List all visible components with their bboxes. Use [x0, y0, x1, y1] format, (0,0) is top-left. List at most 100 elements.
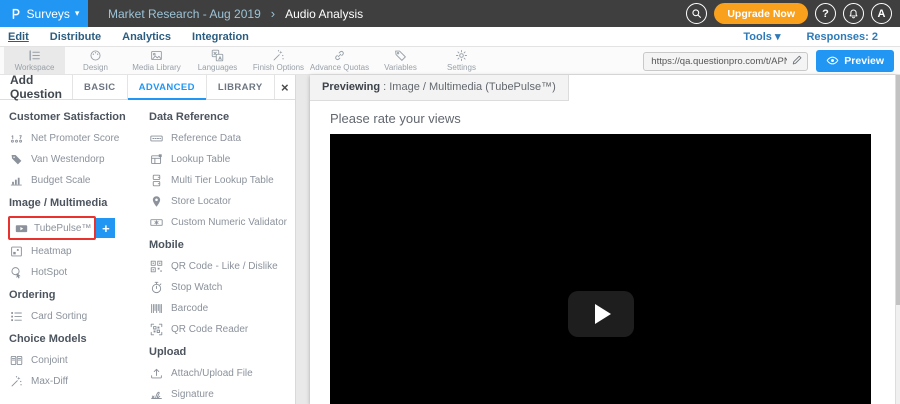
close-icon[interactable]: × [274, 75, 295, 99]
question-type-van-westendorp[interactable]: Van Westendorp [8, 151, 136, 167]
question-type-label: Reference Data [171, 133, 241, 144]
user-avatar[interactable]: A [871, 3, 892, 24]
question-type-stop-watch[interactable]: Stop Watch [148, 279, 291, 295]
menu-analytics[interactable]: Analytics [122, 31, 171, 43]
question-type-conjoint[interactable]: Conjoint [8, 352, 136, 368]
toolbar-label: Variables [384, 63, 417, 72]
numeric-validator-icon [149, 216, 164, 229]
question-types-left-column: Customer Satisfaction Net Promoter Score V… [0, 102, 140, 404]
scrollbar-thumb[interactable] [896, 75, 900, 305]
menu-items: Edit Distribute Analytics Integration [8, 31, 249, 43]
toolbar-advance-quotas[interactable]: Advance Quotas [309, 47, 370, 74]
video-icon [14, 222, 29, 235]
question-type-label: Custom Numeric Validator [171, 217, 287, 228]
menu-integration[interactable]: Integration [192, 31, 249, 43]
question-type-label: Net Promoter Score [31, 133, 119, 144]
toolbar-settings[interactable]: Settings [431, 47, 492, 74]
question-type-qr-code-reader[interactable]: QR Code Reader [148, 321, 291, 337]
media-library-icon [150, 49, 163, 62]
survey-url-wrap [643, 51, 808, 71]
notifications-bell-icon[interactable] [843, 3, 864, 24]
add-tubepulse-button[interactable]: + [96, 218, 115, 238]
menu-edit[interactable]: Edit [8, 31, 29, 43]
video-player[interactable] [330, 134, 871, 404]
add-question-header: Add Question BASICADVANCEDLIBRARY × [0, 75, 295, 100]
upgrade-button[interactable]: Upgrade Now [714, 3, 808, 24]
toolbar-label: Settings [447, 63, 476, 72]
page-scrollbar[interactable] [895, 75, 900, 404]
question-type-heatmap[interactable]: Heatmap [8, 243, 136, 259]
signature-icon [149, 388, 164, 401]
toolbar-variables[interactable]: Variables [370, 47, 431, 74]
nps-icon [9, 132, 24, 145]
question-types-right-column: Data ReferenceReference DataLookup Table… [140, 102, 295, 404]
question-type-attach-upload-file[interactable]: Attach/Upload File [148, 365, 291, 381]
question-type-label: Card Sorting [31, 311, 87, 322]
tag-icon [9, 153, 24, 166]
section-title: Choice Models [9, 333, 136, 345]
question-type-label: Store Locator [171, 196, 231, 207]
survey-url-input[interactable] [643, 52, 808, 71]
stopwatch-icon [149, 281, 164, 294]
question-type-label: Heatmap [31, 246, 72, 257]
question-type-multi-tier-lookup-table[interactable]: Multi Tier Lookup Table [148, 172, 291, 188]
section-title: Customer Satisfaction [9, 111, 136, 123]
question-type-barcode[interactable]: Barcode [148, 300, 291, 316]
design-icon [89, 49, 102, 62]
section-image-multimedia: Image / MultimediaTubePulse™+HeatmapHotS… [8, 197, 136, 280]
conjoint-icon [9, 354, 24, 367]
question-type-store-locator[interactable]: Store Locator [148, 193, 291, 209]
tab-basic[interactable]: BASIC [72, 75, 127, 99]
breadcrumb-page-name: Audio Analysis [285, 7, 363, 21]
section-title: Mobile [149, 239, 291, 251]
question-type-hotspot[interactable]: HotSpot [8, 264, 136, 280]
question-type-tubepulse[interactable]: TubePulse™+ [8, 216, 96, 240]
question-type-budget-scale[interactable]: Budget Scale [8, 172, 136, 188]
question-tabs: BASICADVANCEDLIBRARY [72, 75, 274, 99]
question-type-qr-code-like-dislike[interactable]: QR Code - Like / Dislike [148, 258, 291, 274]
hotspot-icon [9, 266, 24, 279]
question-type-lookup-table[interactable]: Lookup Table [148, 151, 291, 167]
reference-data-icon [149, 132, 164, 145]
edit-url-pencil-icon[interactable] [791, 54, 803, 66]
question-type-card-sorting[interactable]: Card Sorting [8, 308, 136, 324]
question-type-max-diff[interactable]: Max-Diff [8, 373, 136, 389]
question-type-reference-data[interactable]: Reference Data [148, 130, 291, 146]
question-type-label: Max-Diff [31, 376, 68, 387]
responses-link[interactable]: Responses: 2 [806, 31, 878, 43]
toolbar-label: Workspace [15, 63, 55, 72]
main-area: Add Question BASICADVANCEDLIBRARY × Cust… [0, 75, 900, 404]
surveys-menu-button[interactable]: Surveys ▾ [0, 0, 88, 27]
menu-distribute[interactable]: Distribute [50, 31, 101, 43]
tools-dropdown[interactable]: Tools ▾ [743, 30, 780, 43]
breadcrumb-separator: › [271, 6, 275, 21]
section-title: Image / Multimedia [9, 197, 136, 209]
question-type-list: Customer Satisfaction Net Promoter Score V… [0, 100, 295, 404]
languages-icon [211, 49, 224, 62]
breadcrumb-survey-name[interactable]: Market Research - Aug 2019 [108, 7, 261, 21]
section-title: Ordering [9, 289, 136, 301]
questionpro-logo-icon [9, 6, 22, 21]
preview-button[interactable]: Preview [816, 50, 894, 72]
tab-advanced[interactable]: ADVANCED [127, 75, 206, 99]
preview-pane: Previewing : Image / Multimedia (TubePul… [310, 75, 896, 404]
toolbar-languages[interactable]: Languages [187, 47, 248, 74]
help-icon[interactable]: ? [815, 3, 836, 24]
question-type-net-promoter-score[interactable]: Net Promoter Score [8, 130, 136, 146]
question-type-custom-numeric-validator[interactable]: Custom Numeric Validator [148, 214, 291, 230]
toolbar-media-library[interactable]: Media Library [126, 47, 187, 74]
toolbar-label: Media Library [132, 63, 180, 72]
play-button[interactable] [568, 291, 634, 337]
toolbar-finish-options[interactable]: Finish Options [248, 47, 309, 74]
survey-toolbar: Workspace Design Media Library LanguagesFin… [0, 47, 900, 75]
toolbar-design[interactable]: Design [65, 47, 126, 74]
toolbar-workspace[interactable]: Workspace [4, 47, 65, 74]
question-type-signature[interactable]: Signature [148, 386, 291, 402]
preview-button-label: Preview [844, 55, 884, 67]
finish-options-icon [272, 49, 285, 62]
question-type-label: TubePulse™ [34, 223, 91, 234]
section-upload: UploadAttach/Upload FileSignature [148, 346, 291, 402]
tab-library[interactable]: LIBRARY [206, 75, 274, 99]
search-icon[interactable] [686, 3, 707, 24]
toolbar-label: Advance Quotas [310, 63, 369, 72]
